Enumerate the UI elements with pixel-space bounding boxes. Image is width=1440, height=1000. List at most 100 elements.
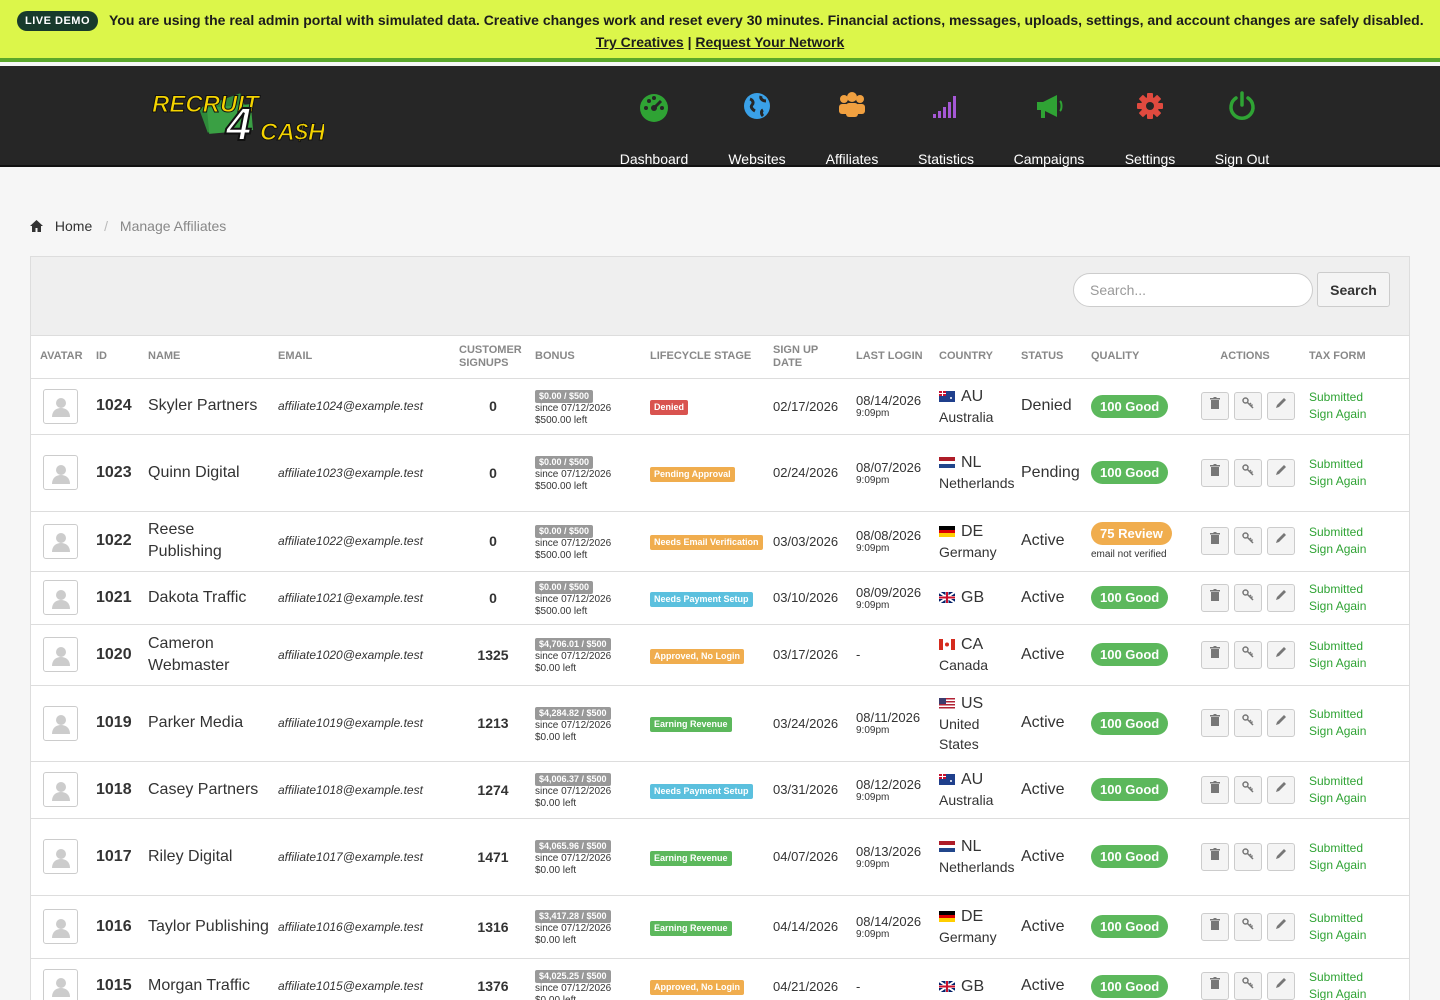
tax-submitted-link[interactable]: Submitted [1309,706,1405,723]
nav-statistics[interactable]: Statistics [910,66,982,167]
edit-button[interactable] [1267,458,1295,487]
tax-submitted-link[interactable]: Submitted [1309,581,1405,598]
avatar[interactable] [43,968,78,1000]
edit-button[interactable] [1267,527,1295,555]
nav-dashboard[interactable]: Dashboard [614,66,694,167]
table-row: 1017 Riley Digital affiliate1017@example… [31,818,1409,896]
delete-button[interactable] [1201,842,1229,871]
edit-button[interactable] [1267,972,1295,1000]
delete-button[interactable] [1201,458,1229,487]
nav-sign-out[interactable]: Sign Out [1206,66,1278,167]
search-input[interactable] [1073,273,1313,307]
login-as-button[interactable] [1234,458,1262,487]
edit-button[interactable] [1267,912,1295,941]
bonus-progress-badge: $4,284.82 / $500 [535,706,611,720]
affiliate-name: Parker Media [144,685,274,762]
tax-form-cell: Submitted Sign Again [1305,818,1409,896]
login-as-button[interactable] [1234,583,1262,612]
tax-submitted-link[interactable]: Submitted [1309,910,1405,927]
user-placeholder-icon [51,464,70,484]
login-as-button[interactable] [1234,640,1262,669]
avatar[interactable] [43,580,78,615]
bonus-left: $500.00 left [535,414,588,426]
avatar[interactable] [43,637,78,672]
tax-submitted-link[interactable]: Submitted [1309,524,1405,541]
delete-button[interactable] [1201,527,1229,555]
tax-submitted-link[interactable]: Submitted [1309,969,1405,986]
login-as-button[interactable] [1234,527,1262,555]
affiliate-status: Active [1017,958,1087,1000]
login-as-button[interactable] [1234,972,1262,1000]
delete-button[interactable] [1201,775,1229,804]
last-login-date: - [856,647,861,662]
tax-sign-again-link[interactable]: Sign Again [1309,541,1405,558]
delete-button[interactable] [1201,972,1229,1000]
tax-sign-again-link[interactable]: Sign Again [1309,406,1405,423]
edit-button[interactable] [1267,709,1295,737]
edit-button[interactable] [1267,583,1295,612]
breadcrumb-home-link[interactable]: Home [55,218,92,234]
login-as-button[interactable] [1234,912,1262,941]
tax-submitted-link[interactable]: Submitted [1309,389,1405,406]
tax-submitted-link[interactable]: Submitted [1309,638,1405,655]
avatar[interactable] [43,909,78,944]
sign-up-date: 03/17/2026 [769,624,852,686]
request-network-link[interactable]: Request Your Network [695,34,844,50]
country-code: DE [961,908,984,925]
tax-sign-again-link[interactable]: Sign Again [1309,857,1405,874]
lifecycle-stage-badge: Needs Email Verification [650,535,763,550]
country-code: GB [961,977,985,995]
tax-sign-again-link[interactable]: Sign Again [1309,655,1405,672]
avatar[interactable] [43,455,78,490]
recruit4cash-logo[interactable]: RECRUIT 4 CA$H [152,80,324,152]
delete-button[interactable] [1201,583,1229,612]
edit-button[interactable] [1267,775,1295,804]
avatar-cell [31,818,92,896]
quality-cell: 100 Good [1087,895,1185,959]
tax-sign-again-link[interactable]: Sign Again [1309,723,1405,740]
user-placeholder-icon [51,398,70,417]
tax-submitted-link[interactable]: Submitted [1309,840,1405,857]
last-login-time: 9:09pm [856,858,890,870]
tax-sign-again-link[interactable]: Sign Again [1309,927,1405,944]
tax-submitted-link[interactable]: Submitted [1309,773,1405,790]
sign-up-date: 03/31/2026 [769,761,852,819]
nav-affiliates[interactable]: Affiliates [816,66,888,167]
tax-sign-again-link[interactable]: Sign Again [1309,790,1405,807]
affiliate-id: 1022 [92,511,144,572]
avatar[interactable] [43,839,78,874]
tax-sign-again-link[interactable]: Sign Again [1309,473,1405,490]
lifecycle-stage-badge: Approved, No Login [650,980,744,995]
last-login-date: 08/13/2026 [856,843,922,859]
edit-button[interactable] [1267,640,1295,669]
actions-cell [1185,378,1305,435]
edit-button[interactable] [1267,842,1295,871]
nav-websites[interactable]: Websites [718,66,796,167]
tax-sign-again-link[interactable]: Sign Again [1309,598,1405,615]
delete-button[interactable] [1201,709,1229,737]
nav-campaigns[interactable]: Campaigns [1006,66,1092,167]
last-login-time: 9:09pm [856,928,890,940]
login-as-button[interactable] [1234,842,1262,871]
avatar[interactable] [43,705,78,741]
login-as-button[interactable] [1234,392,1262,420]
avatar[interactable] [43,523,78,559]
key-icon [1242,977,1254,989]
country-code: NL [961,838,982,855]
login-as-button[interactable] [1234,775,1262,804]
edit-button[interactable] [1267,392,1295,420]
tax-sign-again-link[interactable]: Sign Again [1309,986,1405,1000]
nav-settings[interactable]: Settings [1114,66,1186,167]
try-creatives-link[interactable]: Try Creatives [596,34,684,50]
delete-button[interactable] [1201,392,1229,420]
avatar[interactable] [43,388,78,424]
login-as-button[interactable] [1234,709,1262,737]
delete-button[interactable] [1201,640,1229,669]
last-login-cell: 08/12/2026 9:09pm [852,761,935,819]
affiliate-name: Taylor Publishing [144,895,274,959]
avatar[interactable] [43,772,78,807]
search-button[interactable]: Search [1317,272,1390,307]
tax-submitted-link[interactable]: Submitted [1309,456,1405,473]
quality-badge: 100 Good [1091,915,1169,938]
delete-button[interactable] [1201,912,1229,941]
